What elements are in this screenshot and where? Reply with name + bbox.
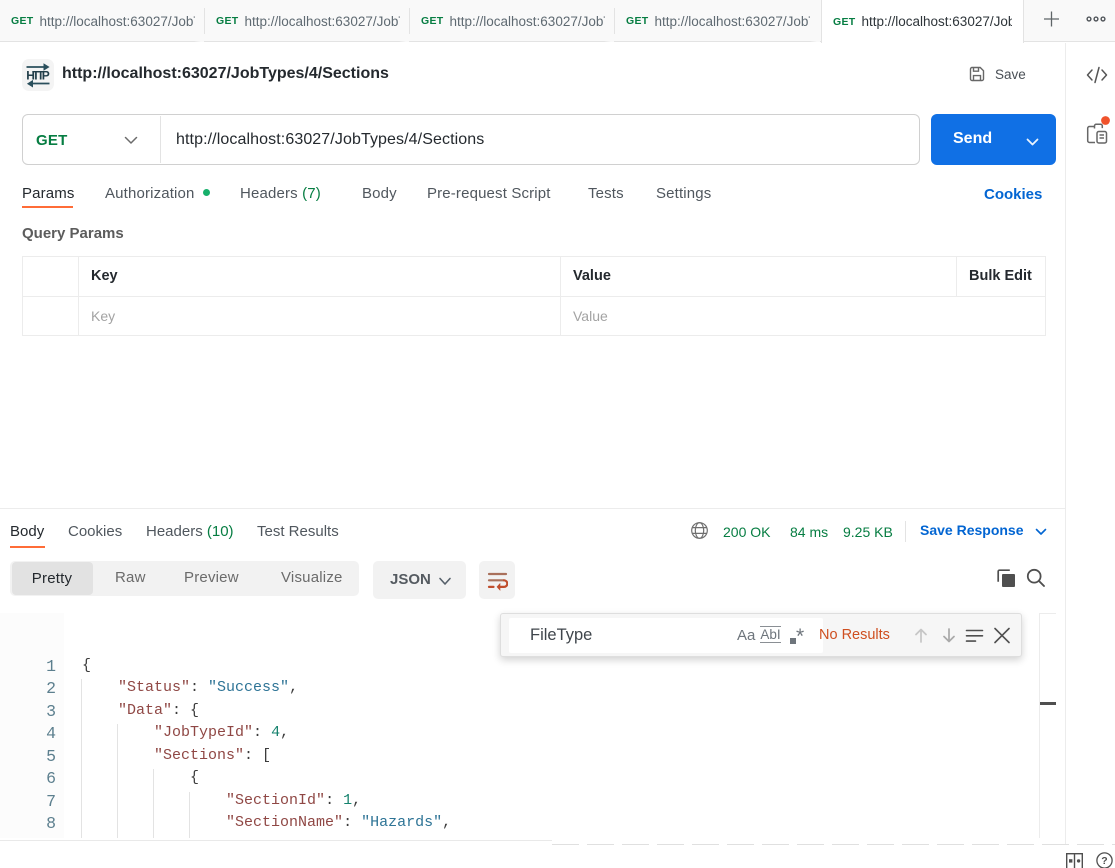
svg-text:?: ? — [1101, 855, 1107, 867]
svg-text:HTTP: HTTP — [26, 69, 50, 83]
